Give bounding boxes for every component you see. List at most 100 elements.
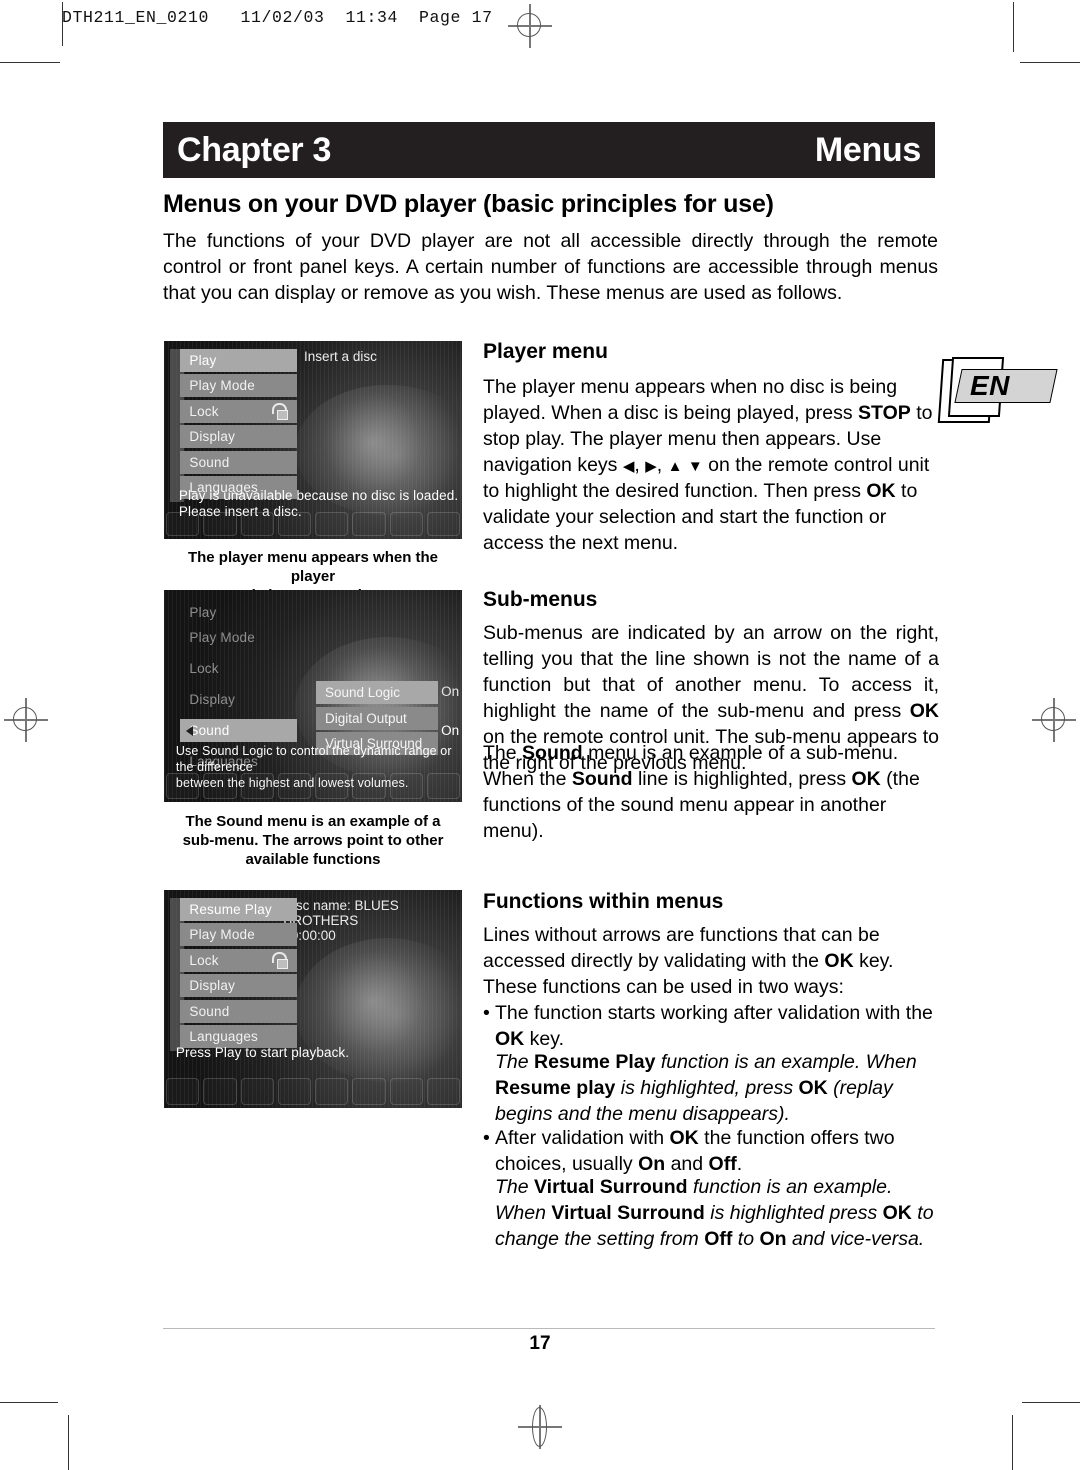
crop-mark-bottom-right-horizontal [1022,1402,1080,1403]
menu-item-label: Play Mode [189,630,255,646]
tv-filmstrip-decoration [164,770,462,802]
caption-line-1: The Sound menu is an example of a [185,813,441,830]
menu-item-lock[interactable]: Lock [180,399,297,423]
paragraph-sub-menus-2: The Sound menu is an example of a sub-me… [483,740,939,844]
arrow-left-icon: ◀ [622,458,635,475]
chapter-section-label: Menus [814,130,921,169]
page-number: 17 [529,1333,551,1354]
submenu-value-sound-logic: On [441,684,460,700]
bullet-item-2: • After validation with OK the function … [483,1125,939,1177]
arrow-right-icon: ▶ [645,458,657,475]
keyword-sound-2: Sound [571,768,633,790]
keyword-virtual-surround-2: Virtual Surround [551,1202,705,1224]
crop-mark-bottom-left-horizontal [0,1402,58,1403]
text-fragment: The [495,1051,535,1073]
text-fragment: . [736,1153,743,1175]
caption-line-2: sub-menu. The arrows point to other [182,832,444,849]
menu-item-label: Lock [189,403,219,419]
keyword-stop: STOP [858,402,911,424]
text-fragment: is highlighted press [704,1202,883,1224]
heading-player-menu: Player menu [483,340,608,363]
print-header-stamp: DTH211_EN_0210 11/02/03 11:34 Page 17 [62,8,493,27]
menu-item-label: Sound [189,1003,230,1019]
text-fragment: line is highlighted, press [632,768,852,790]
screenshot-sound-submenu: Play Play Mode Lock Display Sound Langua… [164,590,462,802]
menu-item-label: Play [189,352,217,368]
menu-item-label: Display [189,692,236,708]
heading-functions-within-menus: Functions within menus [483,890,724,913]
registration-mark-top [508,4,552,48]
submenu-item-sound-logic[interactable]: Sound Logic [315,681,439,705]
keyword-resume-play-2: Resume play [495,1077,616,1099]
menu-item-label: Play Mode [189,378,255,394]
menu-item-resume-play[interactable]: Resume Play [180,897,297,921]
text-fragment: key. [524,1028,564,1050]
text-fragment: After validation with [495,1127,670,1149]
resume-play-menu-list: Resume Play Play Mode Lock Display Sound… [170,897,297,1051]
status-line-1: Press Play to start playback. [175,1044,350,1060]
menu-item-sound[interactable]: Sound [180,719,297,743]
menu-item-display[interactable]: Display [180,974,297,998]
menu-item-sound[interactable]: Sound [180,450,297,474]
note-resume-play: The Resume Play function is an example. … [495,1049,939,1127]
submenu-item-label: Sound Logic [324,685,401,701]
keyword-off: Off [708,1153,737,1175]
tv-filmstrip-decoration [164,1075,462,1108]
menu-item-play-mode[interactable]: Play Mode [180,923,297,947]
paragraph-functions-within-menus: Lines without arrows are functions that … [483,922,939,1000]
intro-paragraph: The functions of your DVD player are not… [163,230,938,304]
caption-line-3: available functions [245,851,381,868]
keyword-ok: OK [866,480,896,502]
menu-item-label: Lock [189,952,219,968]
menu-item-display[interactable]: Display [180,688,296,711]
heading-sub-menus: Sub-menus [483,588,598,611]
caption-line-1: The player menu appears when the player [187,549,439,585]
tv-filmstrip-decoration [164,509,462,539]
menu-item-label: Resume Play [189,901,272,917]
menu-item-label: Display [189,978,236,994]
registration-mark-right [1032,698,1076,742]
menu-item-play-mode[interactable]: Play Mode [180,374,297,398]
arrow-down-icon: ▼ [687,458,703,475]
menu-item-play[interactable]: Play [180,601,296,624]
submenu-item-digital-output[interactable]: Digital Output [315,706,439,730]
arrow-left-icon [186,725,194,736]
menu-item-label: Languages [189,1029,258,1045]
menu-item-play[interactable]: Play [180,348,297,372]
paragraph-player-menu: The player menu appears when no disc is … [483,376,933,554]
menu-item-display[interactable]: Display [180,425,297,449]
keyword-on: On [638,1153,666,1175]
menu-item-play-mode[interactable]: Play Mode [180,626,296,649]
text-fragment: The [495,1176,535,1198]
registration-mark-left [4,698,48,742]
text-fragment: Lines without arrows are functions that … [483,924,880,972]
menu-item-label: Lock [189,661,219,677]
lock-icon [271,951,289,969]
text-fragment: The function starts working after valida… [495,1002,933,1024]
keyword-ok: OK [851,768,881,790]
registration-mark-bottom [518,1405,562,1449]
menu-item-lock[interactable]: Lock [180,948,297,972]
document-page: DTH211_EN_0210 11/02/03 11:34 Page 17 Ch… [0,0,1080,1470]
text-fragment: and [665,1153,709,1175]
menu-item-lock[interactable]: Lock [180,657,296,680]
language-tab-label: EN [970,370,1010,401]
footer-divider [163,1328,935,1329]
text-fragment: to [732,1228,760,1250]
text-fragment: Sub-menus are indicated by an arrow on t… [483,622,939,722]
text-fragment: and vice-versa. [786,1228,925,1250]
bullet-dot: • [483,1002,490,1024]
keyword-ok: OK [824,950,854,972]
keyword-ok: OK [882,1202,912,1224]
bullet-item-1: • The function starts working after vali… [483,1000,939,1052]
arrow-up-icon: ▲ [667,458,683,475]
note-virtual-surround: The Virtual Surround function is an exam… [495,1174,939,1252]
screenshot-resume-play: Disc name: BLUES BROTHERS 00:00:00 Resum… [164,890,462,1108]
bullet-text: The function starts working after valida… [483,1000,939,1052]
resume-play-disc-info: Disc name: BLUES BROTHERS 00:00:00 [283,898,462,943]
keyword-ok: OK [909,700,939,722]
disc-name: Disc name: BLUES BROTHERS [283,897,399,928]
text-fragment: function is an example. When [655,1051,917,1073]
menu-item-sound[interactable]: Sound [180,999,297,1023]
screenshot-player-menu: Insert a disc Play Play Mode Lock Displa… [164,341,462,539]
